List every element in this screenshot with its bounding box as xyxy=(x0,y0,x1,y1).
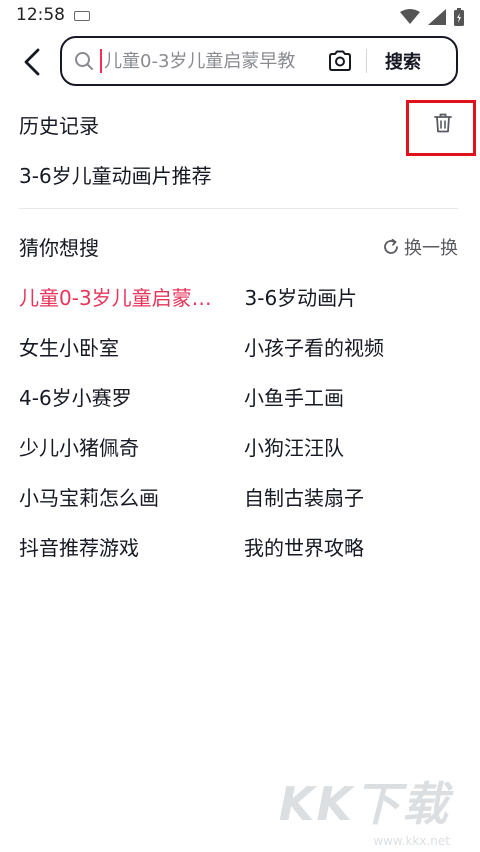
status-time: 12:58 xyxy=(16,5,65,25)
guess-item[interactable]: 4-6岁小赛罗 xyxy=(19,382,244,432)
wifi-icon xyxy=(400,9,420,24)
watermark-url: www.kkx.net xyxy=(373,834,450,848)
search-input[interactable] xyxy=(104,50,318,72)
guess-item[interactable]: 我的世界攻略 xyxy=(244,532,469,582)
guess-row: 抖音推荐游戏 我的世界攻略 xyxy=(19,532,469,582)
watermark: KK下载 www.kkx.net xyxy=(278,768,450,848)
guess-item[interactable]: 女生小卧室 xyxy=(19,332,244,382)
guess-row: 4-6岁小赛罗 小鱼手工画 xyxy=(19,382,469,432)
refresh-icon xyxy=(384,238,398,254)
guess-row: 小马宝莉怎么画 自制古装扇子 xyxy=(19,482,469,532)
history-title: 历史记录 xyxy=(19,114,99,138)
guess-row: 女生小卧室 小孩子看的视频 xyxy=(19,332,469,382)
guess-list: 儿童0-3岁儿童启蒙早教 3-6岁动画片 女生小卧室 小孩子看的视频 4-6岁小… xyxy=(19,282,469,582)
status-bar: 12:58 xyxy=(0,0,480,34)
guess-item-hot[interactable]: 儿童0-3岁儿童启蒙早教 xyxy=(19,282,221,332)
guess-row: 儿童0-3岁儿童启蒙早教 3-6岁动画片 xyxy=(19,282,469,332)
guess-item[interactable]: 自制古装扇子 xyxy=(244,482,469,532)
search-icon xyxy=(74,51,94,71)
guess-title: 猜你想搜 xyxy=(19,236,99,260)
guess-item[interactable]: 小狗汪汪队 xyxy=(244,432,469,482)
clear-history-button[interactable] xyxy=(430,110,456,136)
refresh-button[interactable]: 换一换 xyxy=(382,234,458,260)
battery-icon xyxy=(454,8,464,26)
guess-item[interactable]: 小鱼手工画 xyxy=(244,382,469,432)
history-item[interactable]: 3-6岁儿童动画片推荐 xyxy=(19,160,212,189)
trash-icon xyxy=(434,113,452,133)
camera-icon[interactable] xyxy=(322,43,358,79)
guess-item[interactable]: 小马宝莉怎么画 xyxy=(19,482,244,532)
refresh-label: 换一换 xyxy=(404,238,458,259)
signal-icon xyxy=(428,9,446,25)
back-button[interactable] xyxy=(12,42,52,82)
guess-item[interactable]: 3-6岁动画片 xyxy=(245,282,470,332)
guess-item[interactable]: 抖音推荐游戏 xyxy=(19,532,244,582)
guess-row: 少儿小猪佩奇 小狗汪汪队 xyxy=(19,432,469,482)
chevron-left-icon xyxy=(24,48,40,76)
search-submit-button[interactable]: 搜索 xyxy=(385,48,421,74)
search-box[interactable]: 搜索 xyxy=(60,36,458,86)
search-divider xyxy=(366,49,367,73)
guess-item[interactable]: 小孩子看的视频 xyxy=(244,332,469,382)
search-header: 搜索 xyxy=(0,34,480,90)
watermark-text: KK下载 xyxy=(278,777,450,831)
guess-item[interactable]: 少儿小猪佩奇 xyxy=(19,432,244,482)
status-icons xyxy=(400,7,464,27)
keyboard-icon xyxy=(74,11,90,21)
section-divider xyxy=(19,208,458,209)
text-caret xyxy=(100,49,102,73)
